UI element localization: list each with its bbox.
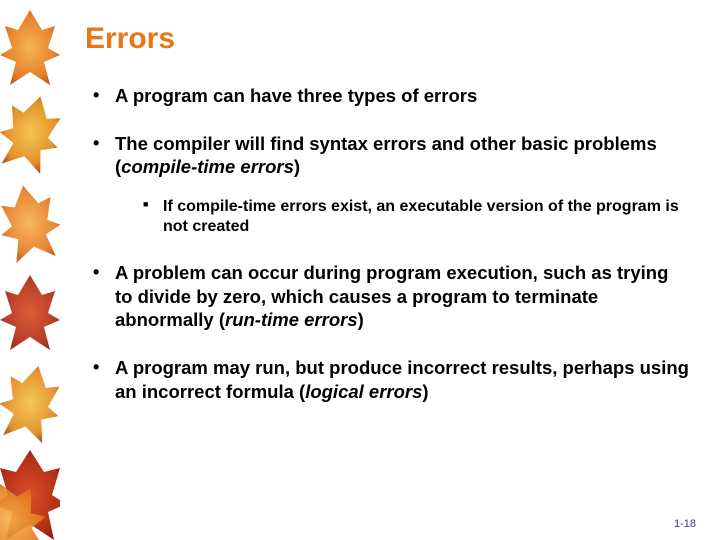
bullet-text-tail: )	[422, 381, 428, 402]
bullet-text: A program can have three types of errors	[115, 85, 477, 106]
bullet-item: The compiler will find syntax errors and…	[93, 132, 690, 237]
bullet-item: A program may run, but produce incorrect…	[93, 356, 690, 403]
bullet-list: A program can have three types of errors…	[85, 84, 690, 403]
sub-bullet-text: If compile-time errors exist, an executa…	[163, 198, 679, 235]
bullet-text-tail: )	[294, 156, 300, 177]
bullet-emph: compile-time errors	[121, 156, 294, 177]
leaves-svg	[0, 0, 60, 540]
bullet-text-tail: )	[358, 309, 364, 330]
bullet-emph: run-time errors	[225, 309, 358, 330]
bullet-item: A program can have three types of errors	[93, 84, 690, 108]
bullet-item: A problem can occur during program execu…	[93, 261, 690, 332]
slide-content: Errors A program can have three types of…	[85, 22, 690, 520]
page-number: 1-18	[674, 518, 696, 530]
slide-title: Errors	[85, 22, 690, 56]
sub-bullet-item: If compile-time errors exist, an executa…	[143, 197, 690, 237]
bullet-emph: logical errors	[305, 381, 422, 402]
sub-bullet-list: If compile-time errors exist, an executa…	[115, 197, 690, 237]
sidebar-leaf-decoration	[0, 0, 60, 540]
bullet-text: A problem can occur during program execu…	[115, 262, 668, 330]
